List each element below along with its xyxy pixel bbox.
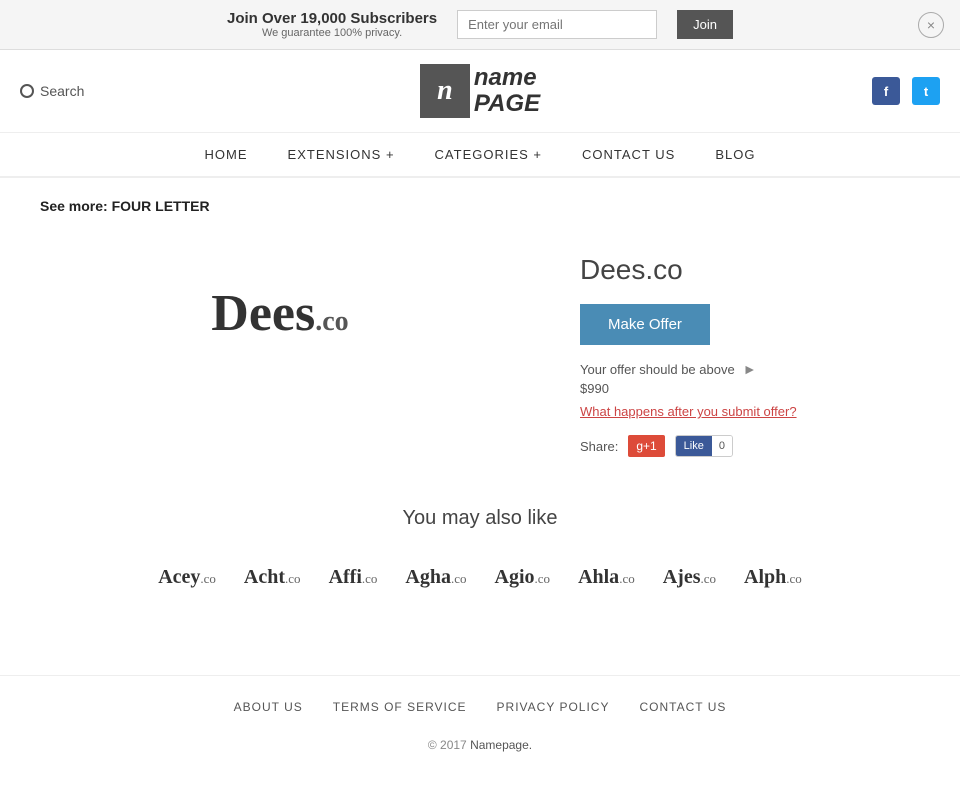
domain-name-part: Dees — [211, 285, 315, 342]
breadcrumb-link[interactable]: FOUR LETTER — [112, 198, 210, 214]
nav-blog[interactable]: BLOG — [715, 147, 755, 162]
offer-hint: Your offer should be above ► — [580, 361, 920, 377]
facebook-icon[interactable]: f — [872, 77, 900, 105]
facebook-like-count: 0 — [712, 436, 732, 456]
footer-contact[interactable]: CONTACT US — [639, 700, 726, 714]
nav-extensions[interactable]: EXTENSIONS + — [288, 147, 395, 162]
main-nav: HOME EXTENSIONS + CATEGORIES + CONTACT U… — [0, 133, 960, 178]
search-trigger[interactable]: Search — [20, 83, 140, 99]
join-button[interactable]: Join — [677, 10, 733, 39]
header: Search n name PAGE f t — [0, 50, 960, 133]
also-like-item[interactable]: Alph.co — [730, 560, 816, 595]
nav-home[interactable]: HOME — [205, 147, 248, 162]
search-icon — [20, 84, 34, 98]
also-like-grid: Acey.coAcht.coAffi.coAgha.coAgio.coAhla.… — [40, 560, 920, 595]
offer-hint-text: Your offer should be above — [580, 362, 735, 377]
footer-year: © 2017 — [428, 738, 467, 752]
email-input[interactable] — [457, 10, 657, 39]
footer-links: ABOUT US TERMS OF SERVICE PRIVACY POLICY… — [0, 675, 960, 738]
also-like-item[interactable]: Ahla.co — [564, 560, 649, 595]
close-banner-button[interactable]: × — [918, 12, 944, 38]
nav-contact[interactable]: CONTACT US — [582, 147, 675, 162]
footer-brand-link[interactable]: Namepage. — [470, 738, 532, 752]
logo-icon: n — [420, 64, 470, 118]
search-label: Search — [40, 83, 84, 99]
footer-about[interactable]: ABOUT US — [234, 700, 303, 714]
main-content: See more: FOUR LETTER Dees.co Dees.co Ma… — [0, 178, 960, 635]
twitter-icon[interactable]: t — [912, 77, 940, 105]
logo-text: name PAGE — [474, 65, 540, 118]
offer-amount: $990 — [580, 381, 920, 396]
also-like-item[interactable]: Agio.co — [481, 560, 565, 595]
also-like-item[interactable]: Agha.co — [391, 560, 480, 595]
facebook-like-button[interactable]: Like — [676, 436, 712, 456]
also-like-item[interactable]: Acht.co — [230, 560, 315, 595]
offer-info-link[interactable]: What happens after you submit offer? — [580, 404, 920, 419]
domain-info: Dees.co Make Offer Your offer should be … — [580, 244, 920, 457]
banner-text: Join Over 19,000 Subscribers We guarante… — [227, 10, 437, 39]
footer-copy: © 2017 Namepage. — [0, 738, 960, 772]
footer-tos[interactable]: TERMS OF SERVICE — [333, 700, 467, 714]
google-plus-button[interactable]: g+1 — [628, 435, 664, 457]
domain-section: Dees.co Dees.co Make Offer Your offer sh… — [40, 244, 920, 457]
domain-logo-area: Dees.co — [40, 244, 520, 383]
make-offer-button[interactable]: Make Offer — [580, 304, 710, 345]
logo-page: PAGE — [474, 91, 540, 117]
logo[interactable]: n name PAGE — [420, 64, 540, 118]
logo-name: name — [474, 65, 540, 91]
breadcrumb-prefix: See more: — [40, 198, 108, 214]
banner-headline: Join Over 19,000 Subscribers — [227, 10, 437, 27]
also-like-item[interactable]: Affi.co — [315, 560, 392, 595]
also-like-item[interactable]: Ajes.co — [649, 560, 730, 595]
offer-arrow-icon: ► — [743, 361, 757, 377]
top-banner: Join Over 19,000 Subscribers We guarante… — [0, 0, 960, 50]
share-row: Share: g+1 Like 0 — [580, 435, 920, 457]
also-like-item[interactable]: Acey.co — [144, 560, 230, 595]
breadcrumb: See more: FOUR LETTER — [40, 198, 920, 214]
domain-tld-part: .co — [315, 306, 348, 337]
domain-logo-display: Dees.co — [211, 284, 348, 343]
share-label: Share: — [580, 439, 618, 454]
footer-privacy[interactable]: PRIVACY POLICY — [497, 700, 610, 714]
facebook-like: Like 0 — [675, 435, 733, 457]
social-links: f t — [820, 77, 940, 105]
banner-subline: We guarantee 100% privacy. — [227, 27, 437, 39]
also-like-heading: You may also like — [40, 507, 920, 530]
nav-categories[interactable]: CATEGORIES + — [435, 147, 542, 162]
domain-title: Dees.co — [580, 254, 920, 286]
also-like-section: You may also like Acey.coAcht.coAffi.coA… — [40, 507, 920, 595]
